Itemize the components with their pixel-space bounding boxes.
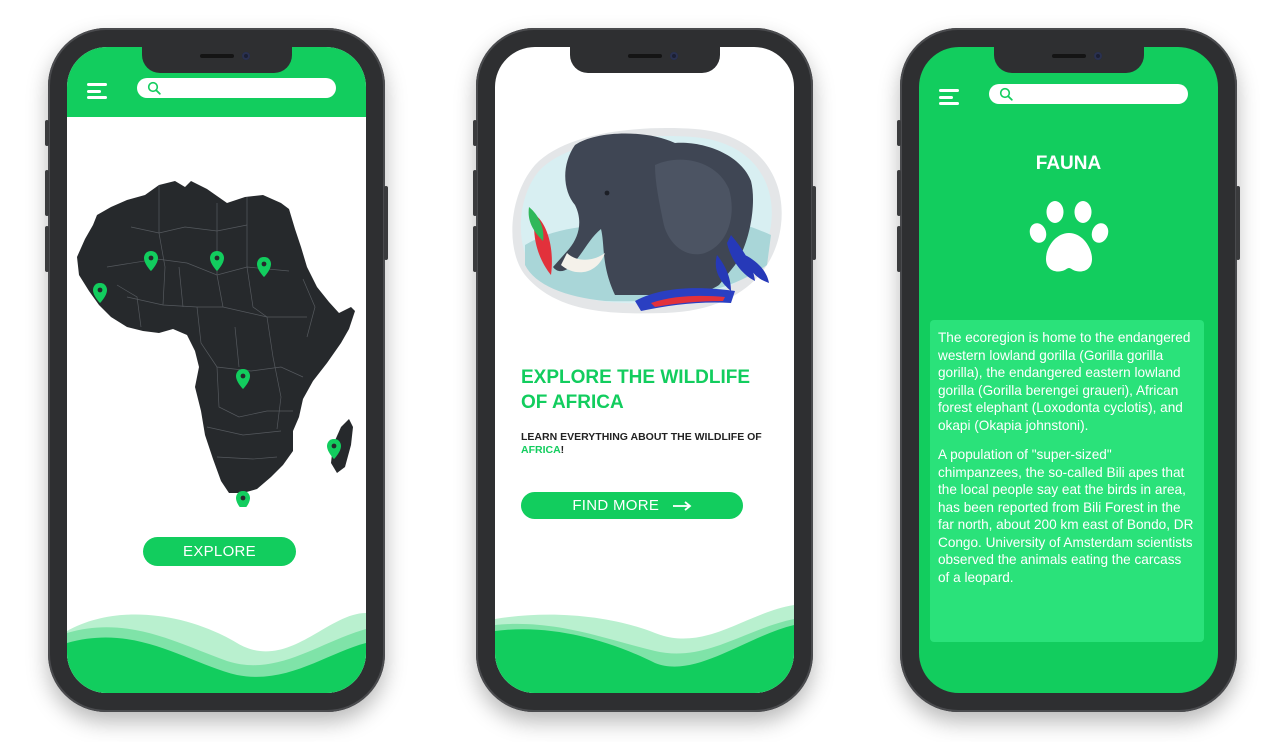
elephant-illustration <box>512 128 782 314</box>
fauna-description-card: The ecoregion is home to the endangered … <box>930 320 1204 642</box>
mute-switch <box>897 120 901 146</box>
fauna-title: FAUNA <box>1035 153 1102 174</box>
volume-up-button <box>897 170 901 216</box>
volume-down-button <box>45 226 49 272</box>
phone-frame-map: EXPLORE <box>45 28 388 712</box>
bottom-wave <box>67 613 366 693</box>
volume-up-button <box>473 170 477 216</box>
phone-frame-intro: EXPLORE THE WILDLIFE OF AFRICA LEARN EVE… <box>473 28 816 712</box>
notch <box>569 47 720 73</box>
power-button <box>1236 186 1240 260</box>
power-button <box>812 186 816 260</box>
fauna-paragraph-2: A population of "super-sized" chimpanzee… <box>938 447 1194 585</box>
fauna-paragraph-1: The ecoregion is home to the endangered … <box>938 330 1191 433</box>
find-more-label: FIND MORE <box>572 497 660 514</box>
arrow-right-icon <box>672 501 692 511</box>
bottom-wave <box>495 605 794 693</box>
phone-frame-fauna: FAUNA The ecoregion is home to the endan… <box>897 28 1240 712</box>
notch <box>141 47 292 73</box>
intro-subtitle: LEARN EVERYTHING ABOUT THE WILDLIFE OF A… <box>521 431 771 457</box>
hamburger-menu-icon[interactable] <box>87 83 107 99</box>
find-more-button[interactable]: FIND MORE <box>521 492 743 519</box>
volume-up-button <box>45 170 49 216</box>
screen-fauna: FAUNA The ecoregion is home to the endan… <box>919 47 1218 693</box>
search-icon <box>999 87 1013 101</box>
intro-heading: EXPLORE THE WILDLIFE OF AFRICA <box>521 367 751 413</box>
search-input[interactable] <box>989 84 1188 104</box>
volume-down-button <box>473 226 477 272</box>
subtitle-text: LEARN EVERYTHING ABOUT THE WILDLIFE OF <box>521 431 762 443</box>
mute-switch <box>45 120 49 146</box>
subtitle-highlight: AFRICA <box>521 444 561 456</box>
hamburger-menu-icon[interactable] <box>939 89 959 105</box>
subtitle-end: ! <box>560 444 565 456</box>
paw-icon <box>1029 201 1109 272</box>
mute-switch <box>473 120 477 146</box>
explore-button[interactable]: EXPLORE <box>143 537 296 566</box>
screen-map: EXPLORE <box>67 47 366 693</box>
notch <box>993 47 1144 73</box>
africa-continent <box>77 181 355 493</box>
volume-down-button <box>897 226 901 272</box>
search-input[interactable] <box>137 78 336 98</box>
power-button <box>384 186 388 260</box>
africa-map[interactable] <box>67 167 366 507</box>
search-icon <box>147 81 161 95</box>
screen-intro: EXPLORE THE WILDLIFE OF AFRICA LEARN EVE… <box>495 47 794 693</box>
